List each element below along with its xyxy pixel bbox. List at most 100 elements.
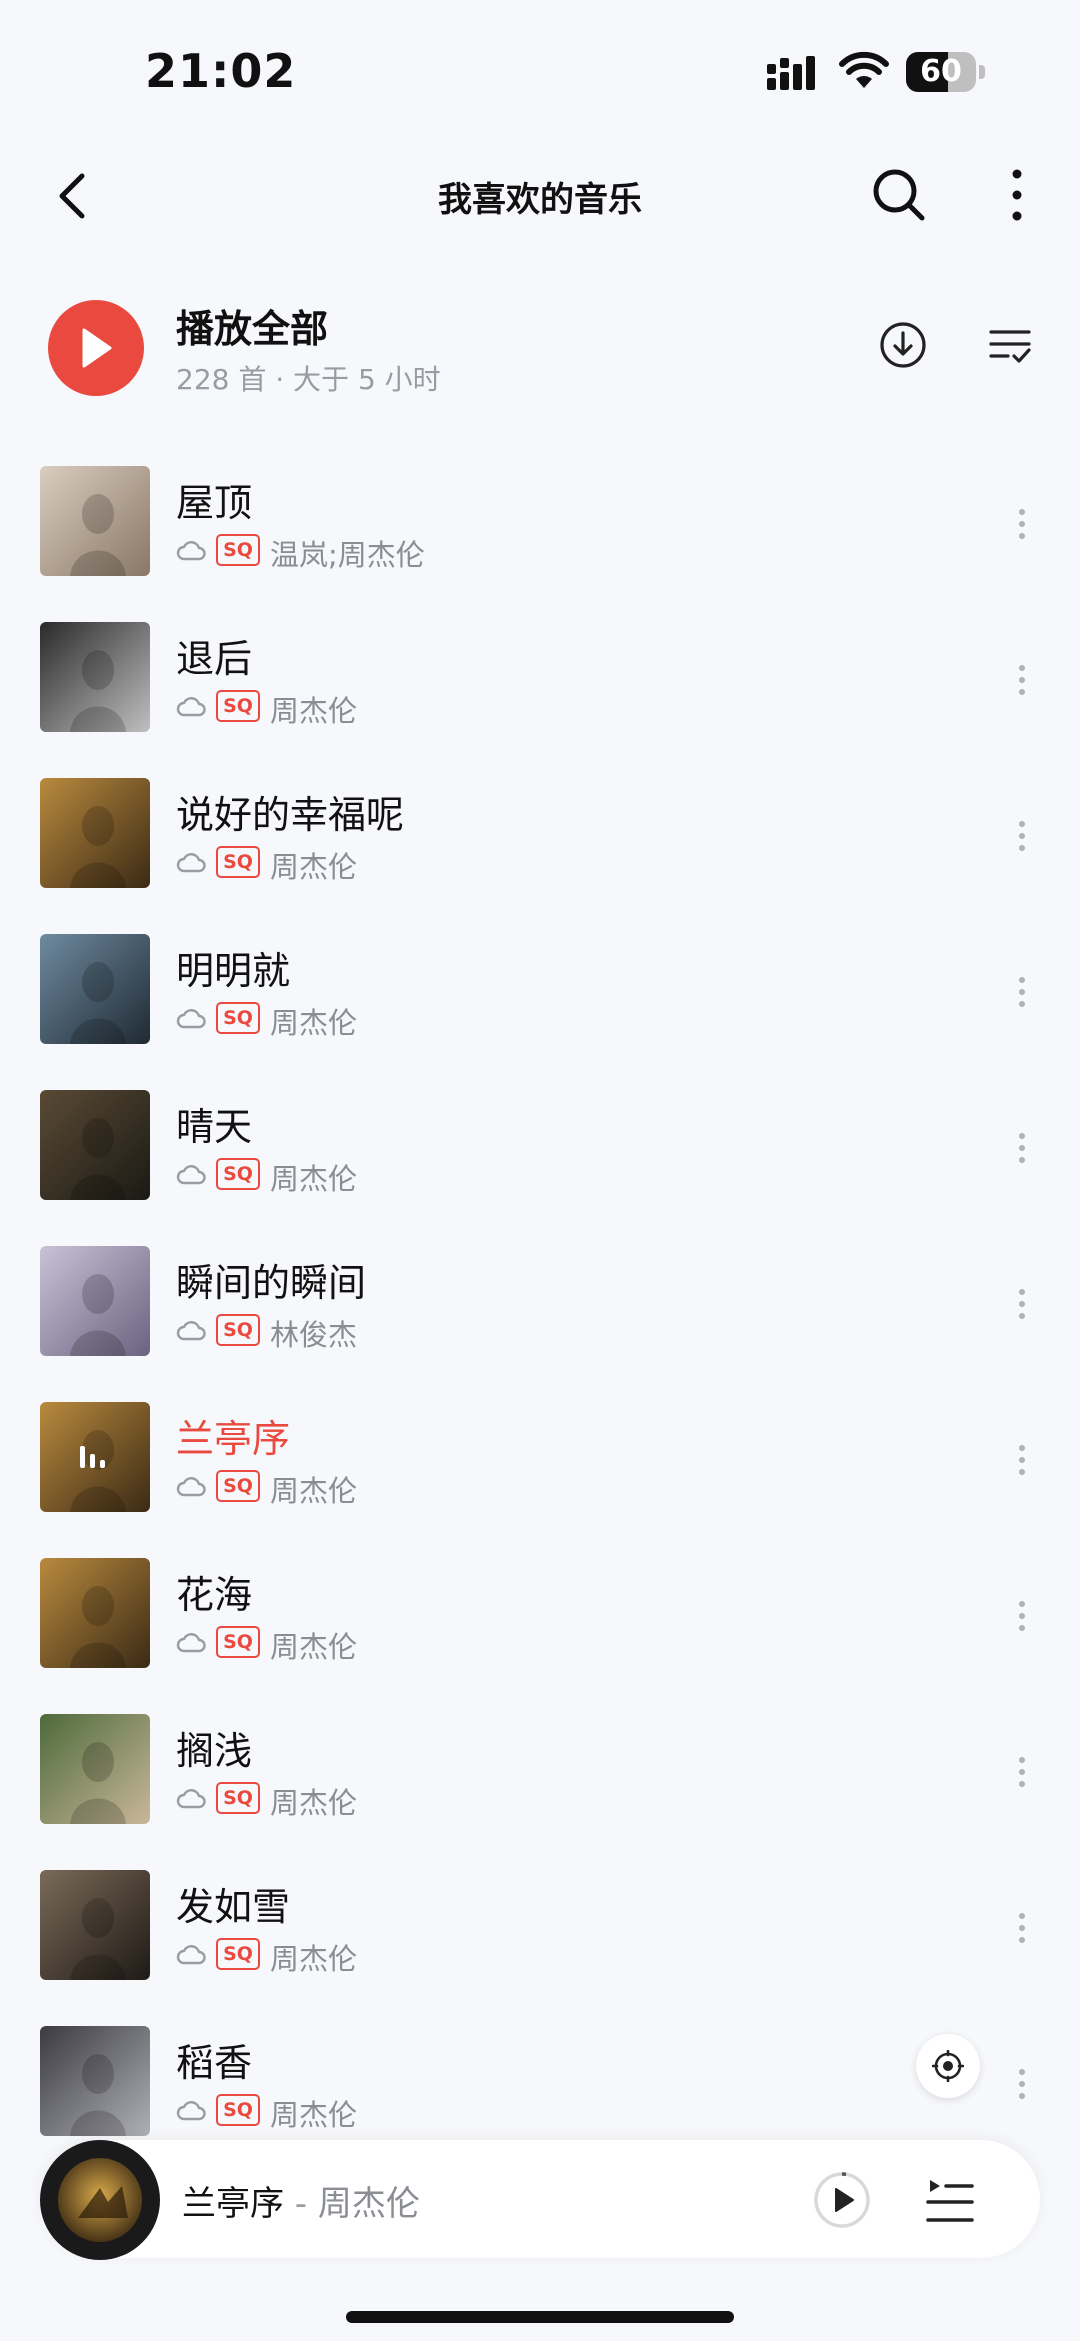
playlist-summary: 228 首 · 大于 5 小时	[176, 363, 441, 396]
battery-indicator: 60	[906, 52, 986, 92]
song-title: 稻香	[176, 2041, 253, 2085]
song-artist: 周杰伦	[270, 1006, 358, 1040]
album-cover	[40, 934, 150, 1044]
mini-player[interactable]: 兰亭序 - 周杰伦	[40, 2140, 1040, 2260]
album-cover	[40, 1558, 150, 1668]
cloud-icon	[176, 853, 206, 873]
album-cover	[40, 1402, 150, 1512]
quality-badge: SQ	[216, 1158, 260, 1190]
song-artist: 周杰伦	[270, 1942, 358, 1976]
cloud-icon	[176, 1945, 206, 1965]
sort-list-icon[interactable]	[988, 324, 1032, 368]
song-artist: 周杰伦	[270, 694, 358, 728]
wifi-icon	[839, 51, 889, 88]
album-cover	[40, 2026, 150, 2136]
cloud-icon	[176, 1633, 206, 1653]
cloud-icon	[176, 1789, 206, 1809]
quality-badge: SQ	[216, 1470, 260, 1502]
song-row[interactable]: 退后 SQ 周杰伦	[0, 608, 1080, 764]
song-artist: 周杰伦	[270, 1162, 358, 1196]
song-title: 退后	[176, 637, 253, 681]
album-cover	[40, 622, 150, 732]
now-playing-cover	[58, 2158, 142, 2242]
song-more-icon[interactable]	[1012, 1440, 1032, 1480]
play-all-label[interactable]: 播放全部	[176, 298, 328, 353]
song-row[interactable]: 发如雪 SQ 周杰伦	[0, 1856, 1080, 2012]
mini-play-button[interactable]	[812, 2170, 872, 2230]
song-more-icon[interactable]	[1012, 972, 1032, 1012]
song-more-icon[interactable]	[1012, 2064, 1032, 2104]
locate-current-song-button[interactable]	[916, 2034, 980, 2098]
download-icon[interactable]	[878, 320, 928, 370]
song-artist: 林俊杰	[270, 1318, 358, 1352]
cloud-icon	[176, 1477, 206, 1497]
song-title: 晴天	[176, 1105, 253, 1149]
album-cover	[40, 778, 150, 888]
more-vertical-icon[interactable]	[1000, 160, 1034, 230]
song-artist: 周杰伦	[270, 1786, 358, 1820]
album-cover	[40, 1090, 150, 1200]
song-title: 说好的幸福呢	[176, 793, 405, 837]
quality-badge: SQ	[216, 2094, 260, 2126]
song-row[interactable]: 瞬间的瞬间 SQ 林俊杰	[0, 1232, 1080, 1388]
playlist-queue-icon[interactable]	[924, 2176, 976, 2226]
song-title: 瞬间的瞬间	[176, 1261, 367, 1305]
now-playing-separator: -	[284, 2184, 318, 2224]
song-artist: 周杰伦	[270, 1474, 358, 1508]
quality-badge: SQ	[216, 1938, 260, 1970]
song-title: 屋顶	[176, 481, 253, 525]
quality-badge: SQ	[216, 846, 260, 878]
song-more-icon[interactable]	[1012, 1908, 1032, 1948]
song-title: 发如雪	[176, 1885, 291, 1929]
song-more-icon[interactable]	[1012, 1128, 1032, 1168]
song-row[interactable]: 兰亭序 SQ 周杰伦	[0, 1388, 1080, 1544]
cloud-icon	[176, 1165, 206, 1185]
album-cover	[40, 466, 150, 576]
song-artist: 温岚;周杰伦	[270, 538, 425, 572]
song-row[interactable]: 明明就 SQ 周杰伦	[0, 920, 1080, 1076]
song-artist: 周杰伦	[270, 1630, 358, 1664]
home-indicator	[346, 2311, 734, 2323]
song-artist: 周杰伦	[270, 850, 358, 884]
quality-badge: SQ	[216, 534, 260, 566]
song-title: 搁浅	[176, 1729, 253, 1773]
search-icon[interactable]	[866, 162, 930, 226]
song-row[interactable]: 搁浅 SQ 周杰伦	[0, 1700, 1080, 1856]
song-more-icon[interactable]	[1012, 1752, 1032, 1792]
song-row[interactable]: 说好的幸福呢 SQ 周杰伦	[0, 764, 1080, 920]
play-all-bar: 播放全部 228 首 · 大于 5 小时	[0, 280, 1080, 410]
now-playing-disc[interactable]	[40, 2140, 160, 2260]
album-cover	[40, 1714, 150, 1824]
battery-level-text: 60	[920, 54, 962, 89]
song-more-icon[interactable]	[1012, 504, 1032, 544]
cloud-icon	[176, 697, 206, 717]
cloud-icon	[176, 1321, 206, 1341]
album-cover	[40, 1870, 150, 1980]
song-artist: 周杰伦	[270, 2098, 358, 2132]
song-title: 花海	[176, 1573, 253, 1617]
song-row[interactable]: 屋顶 SQ 温岚;周杰伦	[0, 452, 1080, 608]
nav-header: 我喜欢的音乐	[0, 140, 1080, 250]
song-more-icon[interactable]	[1012, 1596, 1032, 1636]
song-row[interactable]: 晴天 SQ 周杰伦	[0, 1076, 1080, 1232]
page-title: 我喜欢的音乐	[438, 180, 642, 220]
cloud-icon	[176, 2101, 206, 2121]
quality-badge: SQ	[216, 1782, 260, 1814]
song-title: 明明就	[176, 949, 291, 993]
song-title: 兰亭序	[176, 1417, 291, 1461]
status-time: 21:02	[145, 44, 297, 98]
song-more-icon[interactable]	[1012, 660, 1032, 700]
back-icon[interactable]	[48, 166, 98, 226]
song-more-icon[interactable]	[1012, 1284, 1032, 1324]
cloud-icon	[176, 1009, 206, 1029]
album-cover	[40, 1246, 150, 1356]
quality-badge: SQ	[216, 690, 260, 722]
play-all-button[interactable]	[48, 300, 144, 396]
quality-badge: SQ	[216, 1002, 260, 1034]
song-more-icon[interactable]	[1012, 816, 1032, 856]
now-playing-title: 兰亭序	[182, 2184, 284, 2224]
now-playing-text: 兰亭序 - 周杰伦	[182, 2176, 420, 2225]
locate-icon	[932, 2050, 964, 2082]
song-row[interactable]: 花海 SQ 周杰伦	[0, 1544, 1080, 1700]
cellular-signal-icon	[767, 56, 815, 90]
